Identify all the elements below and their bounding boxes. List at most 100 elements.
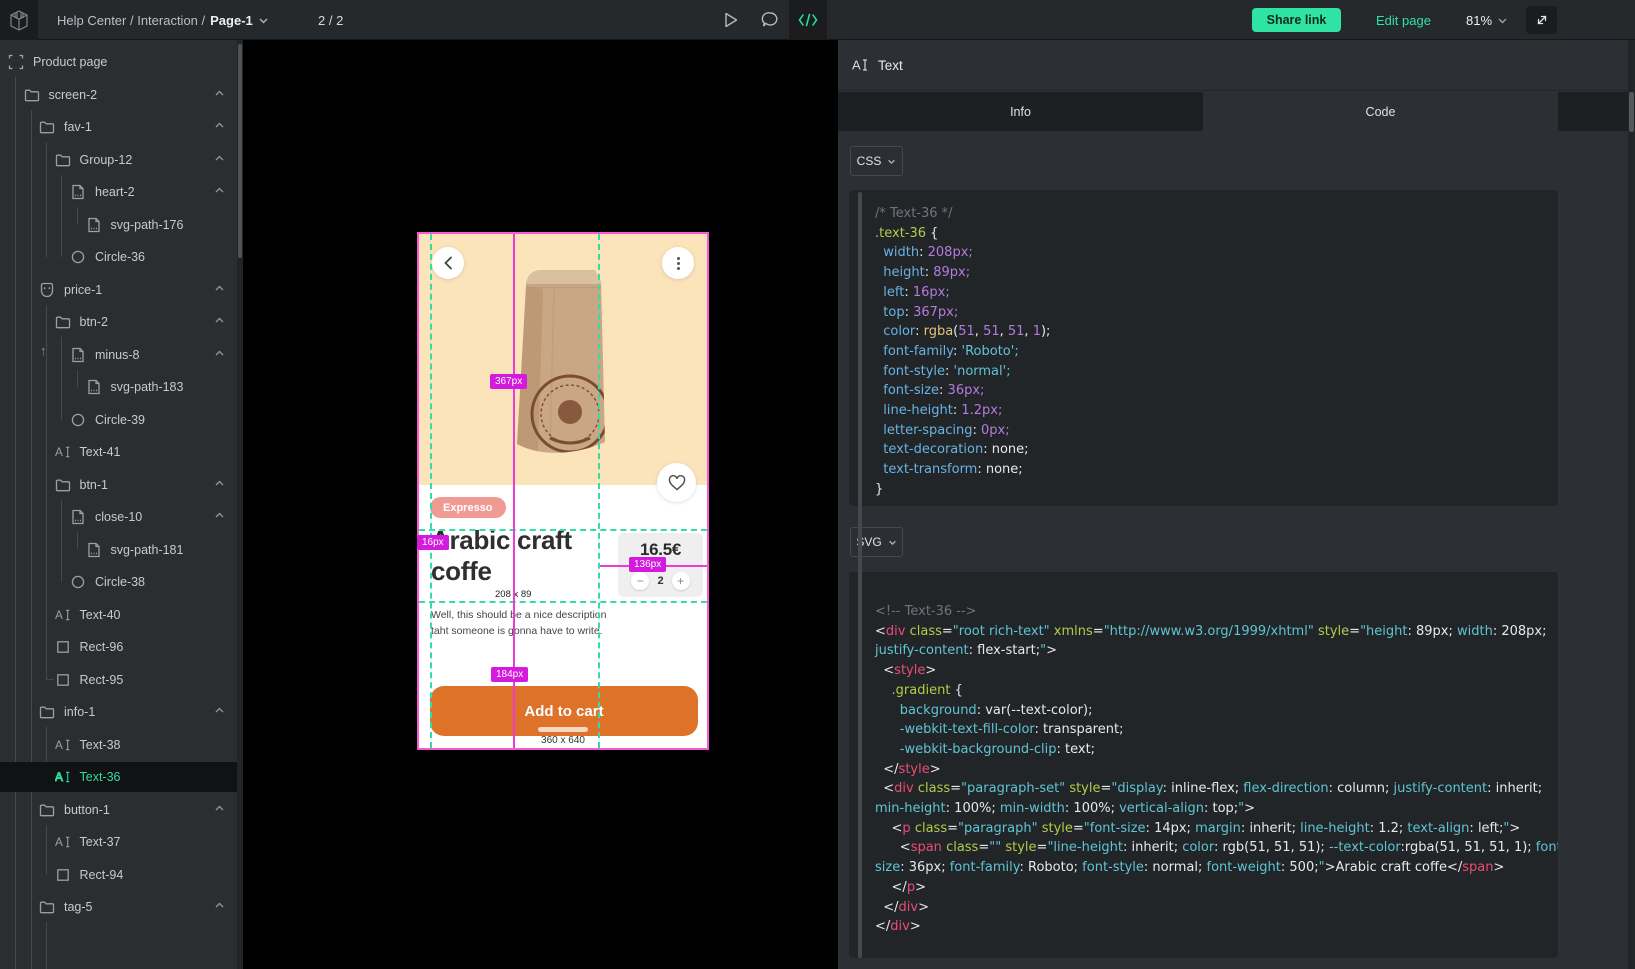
layer-row-rect-94[interactable]: Rect-94 [0,860,237,890]
chevron-up-icon[interactable] [214,705,225,716]
phone-artboard[interactable]: Expresso Arabic craft coffe 208 x 89 16.… [417,232,709,750]
description-line: Well, this should be a nice description [431,607,621,623]
layer-label: Circle-36 [95,250,145,264]
share-link-button[interactable]: Share link [1252,8,1341,32]
edit-page-link[interactable]: Edit page [1376,0,1431,40]
layer-row-minus-8[interactable]: minus-8 [0,340,237,370]
layer-row-svg-path-181[interactable]: svg-path-181 [0,535,237,565]
chevron-up-icon[interactable] [214,478,225,489]
layer-row-screen-2[interactable]: screen-2 [0,80,237,110]
layer-label: button-1 [64,803,110,817]
svgfile-icon [70,347,86,363]
menu-button[interactable] [662,247,694,279]
code-line: } [875,480,1532,500]
layer-label: Group-12 [80,153,133,167]
layer-row-tag-5[interactable]: tag-5 [0,892,237,922]
panel-tabs: Info Code [838,92,1635,131]
layer-row-svg-path-183[interactable]: svg-path-183 [0,372,237,402]
panel-scrollbar-thumb[interactable] [1629,92,1634,132]
chevron-up-icon[interactable] [214,510,225,521]
chevron-up-icon[interactable] [214,120,225,131]
tab-code[interactable]: Code [1203,92,1558,131]
play-button[interactable] [712,0,750,40]
layer-row-product page[interactable]: Product page [0,47,237,77]
breadcrumb[interactable]: Help Center / Interaction / Page-1 [57,0,269,40]
layer-row-text-36[interactable]: AText-36 [0,762,237,792]
expand-icon [1535,13,1549,27]
back-button[interactable] [432,247,464,279]
chevron-up-icon[interactable] [214,315,225,326]
code-line: .gradient { [875,681,1532,701]
svg-code-block[interactable]: <!-- Text-36 --><div class="root rich-te… [849,572,1558,958]
code-line: background: var(--text-color); [875,701,1532,721]
layer-row-info-1[interactable]: info-1 [0,697,237,727]
description-line: taht someone is gonna have to write. [431,623,621,639]
panel-scrollbar[interactable] [1628,40,1635,969]
folder-icon [24,87,40,103]
layer-label: close-10 [95,510,142,524]
chevron-left-icon [444,256,453,270]
category-tag[interactable]: Expresso [430,497,506,518]
layer-row-circle-38[interactable]: Circle-38 [0,567,237,597]
layer-label: btn-2 [80,315,109,329]
breadcrumb-page[interactable]: Page-1 [210,13,253,28]
code-icon [798,13,818,27]
design-canvas[interactable]: Expresso Arabic craft coffe 208 x 89 16.… [243,40,838,969]
layer-row-circle-36[interactable]: Circle-36 [0,242,237,272]
layer-row-rect-96[interactable]: Rect-96 [0,632,237,662]
layer-label: minus-8 [95,348,139,362]
code-line: text-decoration: none; [875,440,1532,460]
sidebar-scrollbar-thumb[interactable] [238,44,242,258]
css-language-select[interactable]: CSS [850,146,903,176]
layer-row-svg-path-176[interactable]: svg-path-176 [0,210,237,240]
layer-row-circle-39[interactable]: Circle-39 [0,405,237,435]
layer-row-button-1[interactable]: button-1 [0,795,237,825]
app-logo[interactable] [0,0,38,40]
panel-left-scrollbar-thumb[interactable] [858,192,862,958]
decrease-quantity-button[interactable]: − [631,572,649,590]
comment-button[interactable] [751,0,789,40]
code-line: <span class="" style="line-height: inher… [875,838,1532,858]
fullscreen-button[interactable] [1526,6,1557,34]
coffee-bag-image [502,256,622,468]
code-line: .text-36 { [875,224,1532,244]
code-line: height: 89px; [875,263,1532,283]
chevron-up-icon[interactable] [214,803,225,814]
layer-row-btn-2[interactable]: btn-2 [0,307,237,337]
layer-row-text-40[interactable]: AText-40 [0,600,237,630]
layers-sidebar: Product pagescreen-2fav-1 Group-12 heart-2… [0,40,243,969]
layer-row-price-1[interactable]: price-1 [0,275,237,305]
layer-row-group-12[interactable]: Group-12 [0,145,237,175]
layer-row-text-37[interactable]: AText-37 [0,827,237,857]
tab-info[interactable]: Info [838,92,1203,131]
layer-row-btn-1[interactable]: btn-1 [0,470,237,500]
layer-row-rect-95[interactable]: Rect-95 [0,665,237,695]
css-code-block[interactable]: /* Text-36 */.text-36 { width: 208px; he… [849,190,1558,506]
code-view-button[interactable] [789,0,827,40]
layer-row-fav-1[interactable]: fav-1 [0,112,237,142]
layer-label: Text-40 [80,608,121,622]
code-line: font-size: 36px; [875,381,1532,401]
rect-icon [55,867,71,883]
measure-badge-top: 367px [490,374,527,389]
chevron-up-icon[interactable] [214,88,225,99]
chevron-up-icon[interactable] [214,348,225,359]
layer-row-text-41[interactable]: AText-41 [0,437,237,467]
layer-row-close-10[interactable]: close-10 [0,502,237,532]
comment-icon [761,11,780,29]
chevron-up-icon[interactable] [214,185,225,196]
kebab-menu-icon [677,257,680,270]
favorite-button[interactable] [657,463,696,502]
layer-row-heart-2[interactable]: heart-2 [0,177,237,207]
chevron-up-icon[interactable] [214,900,225,911]
code-line: -webkit-background-clip: text; [875,740,1532,760]
layer-row-text-38[interactable]: AText-38 [0,730,237,760]
svgfile-icon [86,379,102,395]
code-line: color: rgba(51, 51, 51, 1); [875,322,1532,342]
code-line: -webkit-text-fill-color: transparent; [875,720,1532,740]
chevron-up-icon[interactable] [214,283,225,294]
zoom-control[interactable]: 81% [1466,0,1508,40]
increase-quantity-button[interactable]: + [672,572,690,590]
chevron-up-icon[interactable] [214,153,225,164]
layer-label: svg-path-176 [111,218,184,232]
